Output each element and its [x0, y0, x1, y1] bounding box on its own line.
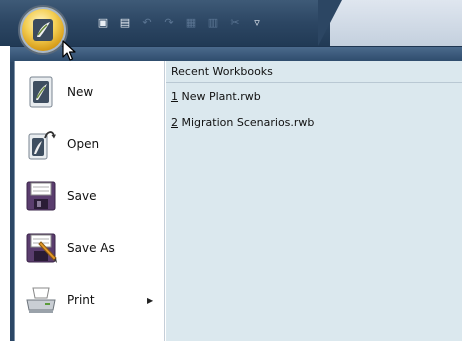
recent-item-name: New Plant.rwb [178, 90, 261, 103]
menu-item-save-as[interactable]: Save As [15, 223, 165, 273]
open-icon [28, 131, 56, 160]
menu-item-print[interactable]: Print ▶ [15, 275, 165, 325]
application-menu-button[interactable] [18, 5, 68, 55]
menu-item-label: Print [67, 293, 95, 307]
menu-item-new[interactable]: New [15, 67, 165, 117]
recent-workbook-item[interactable]: 2 Migration Scenarios.rwb [166, 109, 462, 135]
menu-item-label: Save As [67, 241, 115, 255]
qat-paste-button[interactable]: ▥ [202, 12, 224, 32]
quick-access-toolbar: ▣ ▤ ↶ ↷ ▦ ▥ ✂ ▿ [92, 12, 268, 32]
cut-icon: ✂ [230, 15, 240, 29]
recent-item-number: 1 [171, 90, 178, 103]
customize-dropdown-icon: ▿ [254, 15, 260, 29]
app-logo-icon [33, 19, 53, 41]
qat-undo-button[interactable]: ↶ [136, 12, 158, 32]
qat-customize-button[interactable]: ▿ [246, 12, 268, 32]
recent-item-name: Migration Scenarios.rwb [178, 116, 315, 129]
menu-item-label: Open [67, 137, 100, 151]
undo-icon: ↶ [142, 15, 152, 29]
open-icon: ▣ [97, 15, 109, 29]
application-menu: New Open Save Save As Print ▶ Recent Wor… [10, 46, 462, 341]
menu-item-open[interactable]: Open [15, 119, 165, 169]
print-icon [26, 287, 56, 313]
copy-icon: ▦ [185, 15, 197, 29]
submenu-arrow-icon: ▶ [147, 295, 154, 305]
qat-cut-button[interactable]: ✂ [224, 12, 246, 32]
recent-item-number: 2 [171, 116, 178, 129]
title-bar-right-area [330, 0, 462, 46]
recent-workbooks-header: Recent Workbooks [166, 61, 462, 83]
save-as-icon [26, 233, 57, 263]
title-bar-slant [318, 0, 342, 46]
qat-open-button[interactable]: ▣ [92, 12, 114, 32]
menu-item-label: Save [67, 189, 97, 203]
menu-item-save[interactable]: Save [15, 171, 165, 221]
recent-workbook-item[interactable]: 1 New Plant.rwb [166, 83, 462, 109]
save-icon [26, 181, 56, 211]
menu-panel: New Open Save Save As Print ▶ Recent Wor… [14, 61, 462, 341]
mouse-cursor-icon [62, 40, 76, 61]
redo-icon: ↷ [164, 15, 174, 29]
command-list: New Open Save Save As Print ▶ [15, 61, 165, 341]
qat-copy-button[interactable]: ▦ [180, 12, 202, 32]
paste-icon: ▥ [207, 15, 219, 29]
qat-redo-button[interactable]: ↷ [158, 12, 180, 32]
save-icon: ▤ [119, 15, 131, 29]
recent-workbooks-panel: Recent Workbooks 1 New Plant.rwb 2 Migra… [166, 61, 462, 341]
menu-item-label: New [67, 85, 94, 99]
new-document-icon [29, 76, 53, 108]
qat-save-button[interactable]: ▤ [114, 12, 136, 32]
